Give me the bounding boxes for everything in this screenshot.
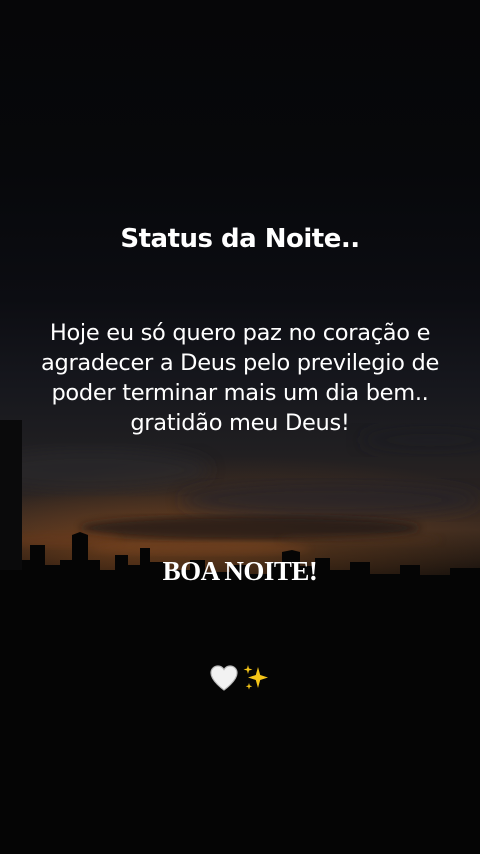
message-text: Hoje eu só quero paz no coração e agrade… — [40, 320, 439, 436]
greeting-text: BOA NOITE! — [162, 556, 318, 586]
sparkles-icon — [243, 665, 268, 690]
background-photo: Status da Noite.. Hoje eu só quero paz n… — [0, 0, 480, 854]
white-heart-icon — [210, 665, 238, 691]
emoji-row — [0, 662, 480, 694]
status-title: Status da Noite.. — [120, 224, 360, 254]
